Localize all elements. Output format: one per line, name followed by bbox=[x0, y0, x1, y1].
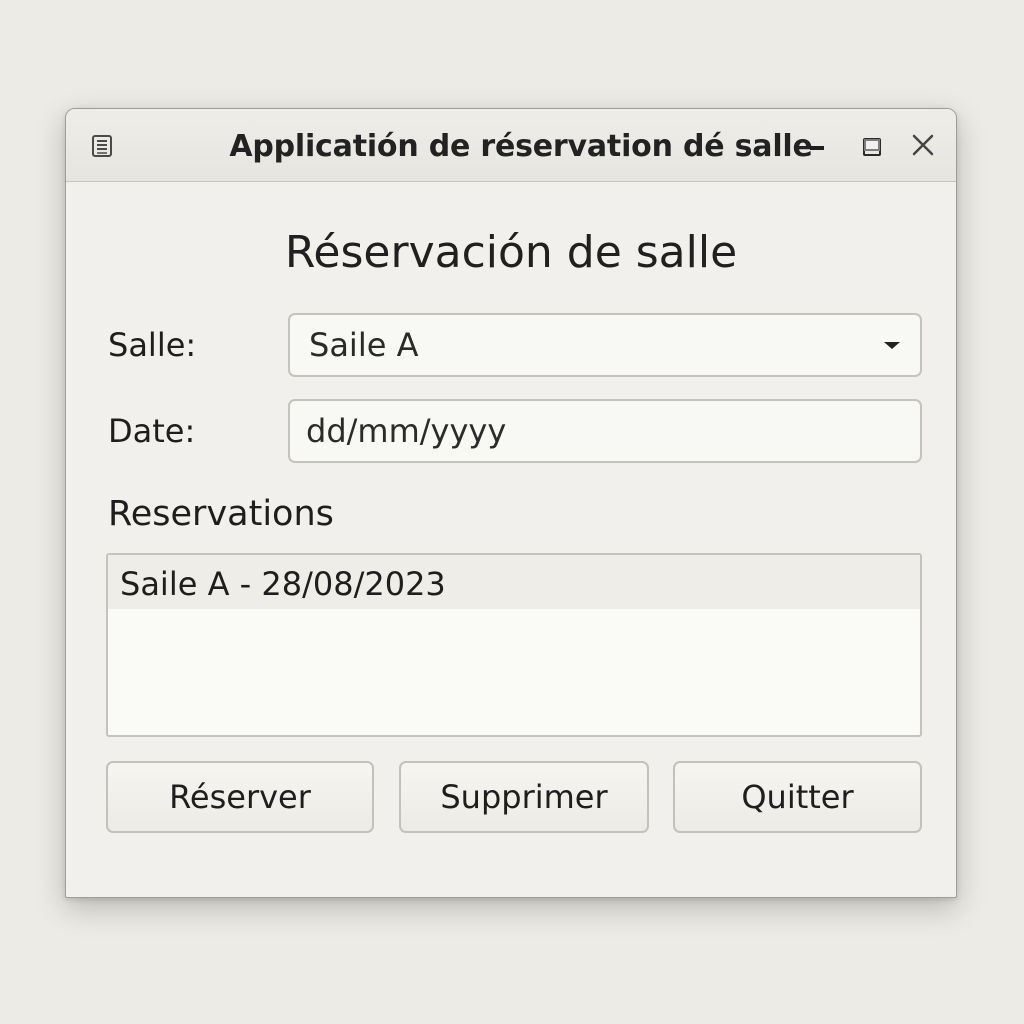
minimize-icon bbox=[810, 146, 824, 150]
reservations-title: Reservations bbox=[108, 494, 334, 534]
title-bar[interactable]: Applicatión de réservation dé salle bbox=[66, 109, 956, 182]
form-heading: Réservación de salle bbox=[284, 227, 738, 278]
date-input[interactable] bbox=[288, 399, 922, 463]
quit-button[interactable]: Quitter bbox=[673, 761, 922, 833]
reservations-list[interactable]: Saile A - 28/08/2023 bbox=[106, 553, 922, 737]
salle-label: Salle: bbox=[108, 326, 197, 364]
maximize-button[interactable] bbox=[857, 131, 887, 161]
date-label: Date: bbox=[108, 412, 196, 450]
minimize-button[interactable] bbox=[803, 131, 833, 161]
salle-select[interactable]: Saile A bbox=[288, 313, 922, 377]
close-icon bbox=[912, 134, 934, 156]
app-window: Applicatión de réservation dé salle Rése… bbox=[65, 108, 957, 898]
close-button[interactable] bbox=[909, 131, 939, 161]
list-item[interactable]: Saile A - 28/08/2023 bbox=[108, 555, 920, 609]
delete-button[interactable]: Supprimer bbox=[399, 761, 649, 833]
reserve-button[interactable]: Réserver bbox=[106, 761, 374, 833]
document-list-icon[interactable] bbox=[92, 135, 112, 157]
maximize-icon bbox=[863, 138, 881, 156]
window-title: Applicatión de réservation dé salle bbox=[229, 129, 813, 164]
salle-selected-value: Saile A bbox=[309, 326, 419, 364]
chevron-down-icon bbox=[884, 342, 900, 349]
